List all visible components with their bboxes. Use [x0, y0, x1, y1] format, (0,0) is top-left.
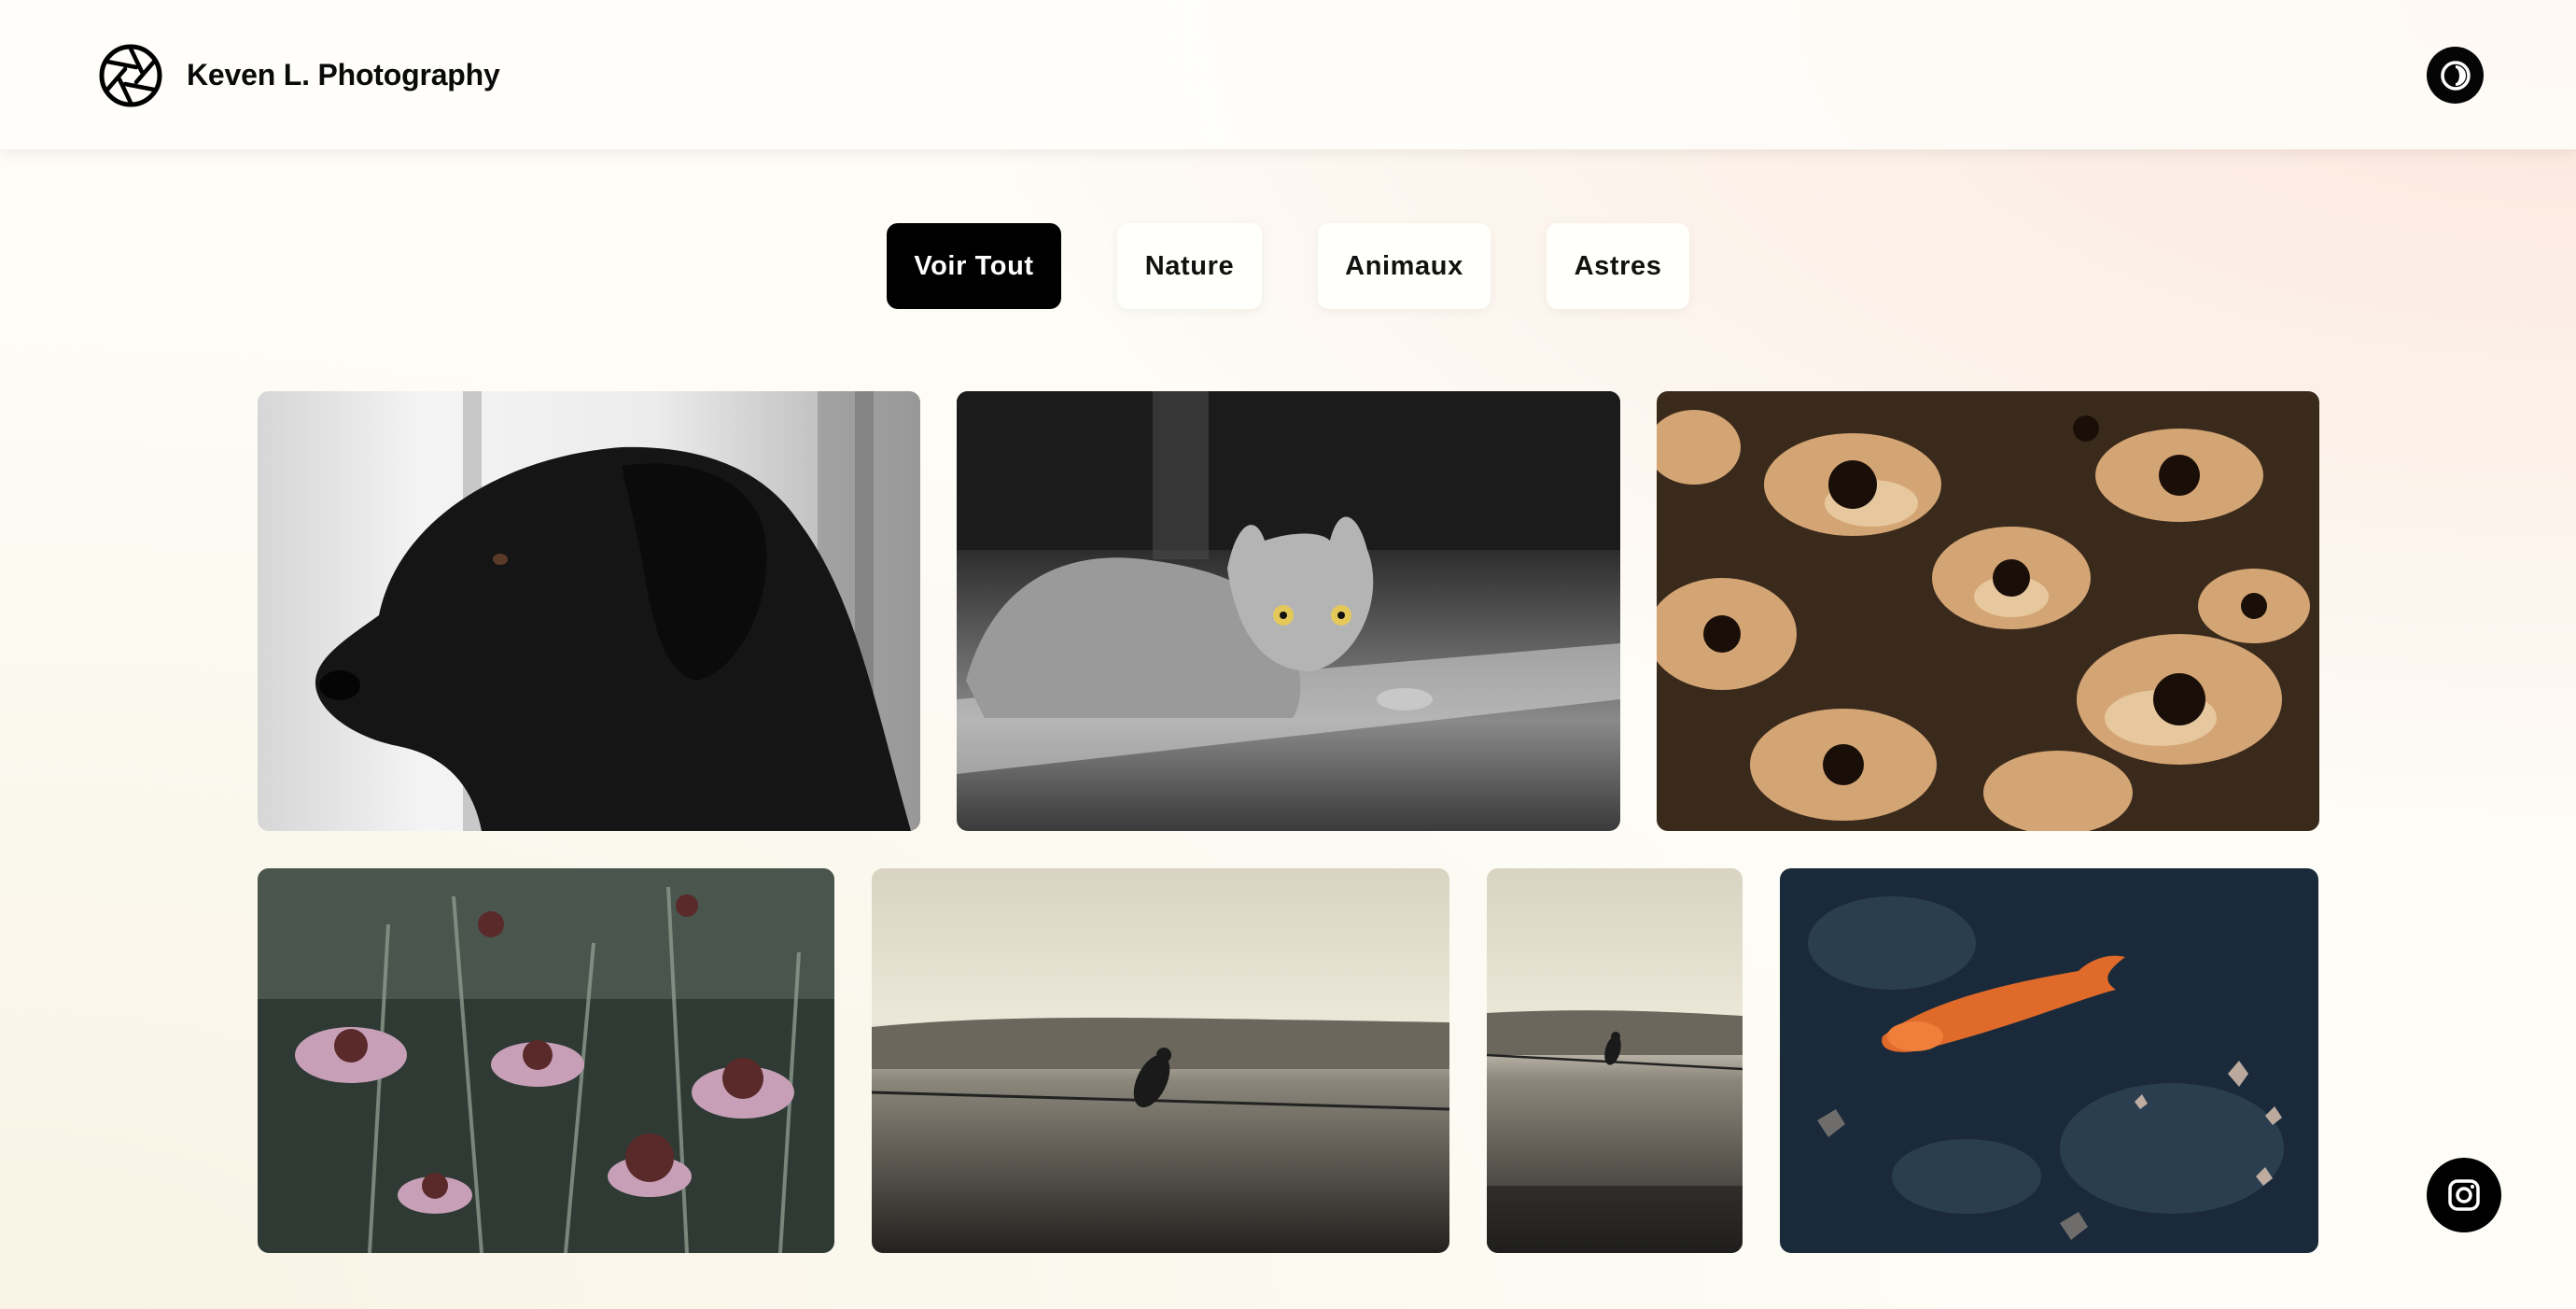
site-title[interactable]: Keven L. Photography [187, 56, 500, 93]
filter-all-button[interactable]: Voir Tout [887, 223, 1061, 309]
camera-aperture-icon[interactable] [99, 44, 162, 107]
contrast-icon [2440, 60, 2471, 91]
photo-bird-on-wire[interactable] [872, 868, 1449, 1253]
filter-stars-button[interactable]: Astres [1547, 223, 1689, 309]
site-header: Keven L. Photography [0, 0, 2576, 149]
photo-sphynx-cat[interactable] [957, 391, 1620, 831]
photo-yellow-flowers[interactable] [1657, 391, 2319, 831]
instagram-button[interactable] [2427, 1158, 2501, 1232]
photo-coneflowers[interactable] [258, 868, 834, 1253]
photo-koi-fish[interactable] [1780, 868, 2318, 1253]
instagram-icon [2448, 1179, 2480, 1211]
photo-black-dog[interactable] [258, 391, 920, 831]
filter-nature-button[interactable]: Nature [1117, 223, 1262, 309]
theme-toggle-button[interactable] [2427, 47, 2484, 104]
filter-animals-button[interactable]: Animaux [1318, 223, 1491, 309]
photo-bird-on-wire-narrow[interactable] [1487, 868, 1743, 1253]
